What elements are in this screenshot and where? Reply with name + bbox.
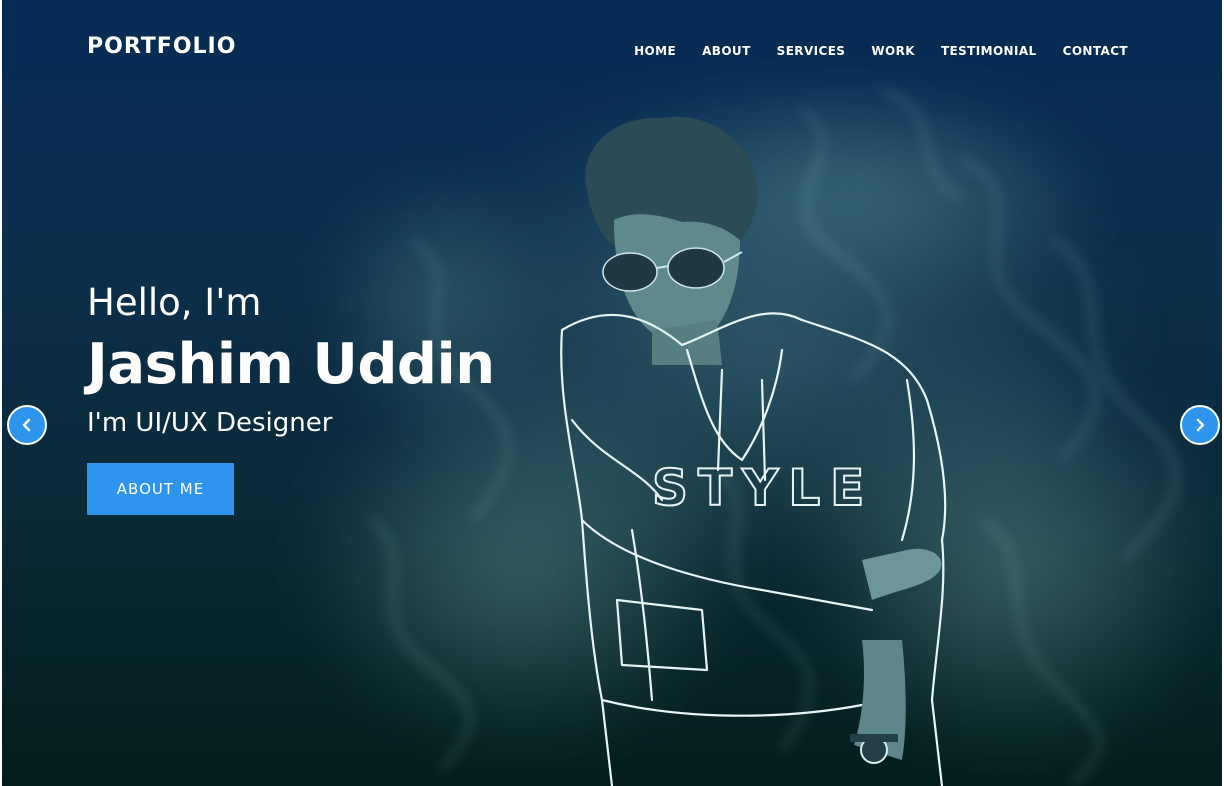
nav-link-services[interactable]: SERVICES (777, 44, 846, 58)
nav-link-work[interactable]: WORK (871, 44, 915, 58)
nav-link-about[interactable]: ABOUT (702, 44, 751, 58)
nav-link-contact[interactable]: CONTACT (1063, 44, 1128, 58)
slider-next-button[interactable] (1180, 405, 1220, 445)
slider-prev-button[interactable] (7, 405, 47, 445)
chevron-right-icon (1196, 418, 1205, 432)
about-me-button[interactable]: ABOUT ME (87, 463, 234, 515)
hero-name: Jashim Uddin (87, 332, 495, 397)
chevron-left-icon (22, 418, 31, 432)
hero-greeting: Hello, I'm (87, 281, 262, 324)
navbar: PORTFOLIO HOME ABOUT SERVICES WORK TESTIMONI… (2, 0, 1222, 96)
menu-item: SERVICES (777, 40, 846, 60)
menu-item: TESTIMONIAL (941, 40, 1037, 60)
page: STYLE PORTFOLIO HOME ABOUT SERVICES WORK TES… (0, 0, 1224, 786)
hero-slider: STYLE PORTFOLIO HOME ABOUT SERVICES WORK TES… (2, 0, 1222, 786)
menu-item: HOME (634, 40, 676, 60)
hero-role: I'm UI/UX Designer (87, 408, 333, 438)
menu-item: CONTACT (1063, 40, 1128, 60)
menu-item: ABOUT (702, 40, 751, 60)
nav-link-testimonial[interactable]: TESTIMONIAL (941, 44, 1037, 58)
shirt-text: STYLE (652, 459, 874, 517)
main-menu: HOME ABOUT SERVICES WORK TESTIMONIAL CONTACT (634, 40, 1128, 60)
nav-link-home[interactable]: HOME (634, 44, 676, 58)
brand-logo[interactable]: PORTFOLIO (87, 33, 236, 61)
hero-intro: Hello, I'm Jashim Uddin I'm UI/UX Design… (87, 280, 495, 515)
menu-item: WORK (871, 40, 915, 60)
